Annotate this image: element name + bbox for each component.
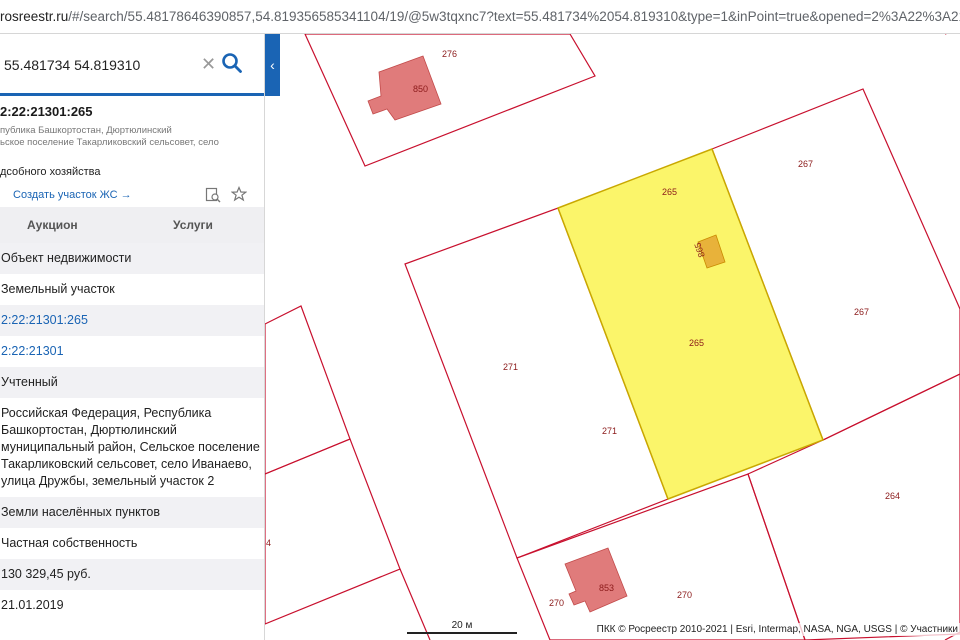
parcel-label: 267 (854, 307, 869, 317)
tab-services[interactable]: Услуги (173, 218, 213, 232)
parcel-label: 264 (885, 491, 900, 501)
chevron-left-icon: ‹ (270, 57, 275, 73)
building-850 (367, 55, 442, 121)
search-icon[interactable] (221, 52, 243, 74)
parcel-left-1 (265, 305, 351, 475)
attribute-row: Российская Федерация, Республика Башкорт… (1, 406, 260, 488)
star-icon[interactable] (231, 186, 247, 202)
address-line-1: публика Башкортостан, Дюртюлинский (0, 125, 172, 136)
parcel-label: 270 (677, 590, 692, 600)
parcel-label: 265 (689, 338, 704, 348)
attribute-row: Частная собственность (1, 536, 138, 550)
attribute-row[interactable]: 2:22:21301 (0, 336, 264, 367)
tab-auction[interactable]: Аукцион (27, 218, 78, 232)
parcel-label: 265 (662, 187, 677, 197)
search-input[interactable]: 55.481734 54.819310 (4, 57, 140, 73)
parcel-265-selected (557, 148, 824, 500)
building-853 (564, 547, 628, 613)
cadastral-map[interactable]: 276 265 265 267 267 271 271 264 270 270 4 850 853 865… (265, 34, 960, 640)
scale-bar: 20 м (407, 620, 517, 634)
attribute-row: Учтенный (0, 367, 264, 398)
search-box[interactable]: 55.481734 54.819310 ✕ (0, 34, 264, 96)
scale-label: 20 м (451, 620, 473, 631)
address-bar[interactable]: rosreestr.ru/#/search/55.48178646390857,… (0, 0, 960, 34)
parcel-label: 271 (503, 362, 518, 372)
map-canvas[interactable]: 2762652652672672712712642702704850853865 (265, 34, 960, 640)
permitted-use: дсобного хозяйства (0, 166, 101, 178)
building-label: 853 (599, 583, 614, 593)
map-search-icon[interactable] (205, 187, 221, 203)
create-parcel-link[interactable]: Создать участок ЖС → (13, 189, 132, 201)
attribute-row: 21.01.2019 (1, 598, 64, 612)
url-text[interactable]: rosreestr.ru/#/search/55.48178646390857,… (0, 9, 960, 24)
building-label: 850 (413, 84, 428, 94)
cadastral-number-title: 2:22:21301:265 (0, 104, 93, 119)
parcel-label: 4 (266, 538, 271, 548)
address-summary: публика Башкортостан, Дюртюлинский ьское… (0, 125, 260, 149)
attribute-list: Объект недвижимости Земельный участок 2:22… (0, 243, 264, 621)
parcel-label: 270 (549, 598, 564, 608)
parcel-label: 267 (798, 159, 813, 169)
url-host: rosreestr.ru (0, 9, 69, 24)
attribute-row: Земли населённых пунктов (0, 497, 264, 528)
attribute-row: 130 329,45 руб. (0, 559, 264, 590)
attribute-row: Объект недвижимости (0, 243, 264, 274)
address-line-2: ьское поселение Такарликовский сельсовет… (0, 137, 219, 148)
url-path: /#/search/55.48178646390857,54.819356585… (68, 9, 960, 24)
parcel-label: 276 (442, 49, 457, 59)
close-icon[interactable]: ✕ (201, 54, 216, 75)
tab-bar: Аукцион Услуги (0, 207, 264, 243)
attribute-row[interactable]: 2:22:21301:265 (0, 305, 264, 336)
parcel-270 (516, 473, 806, 640)
map-attribution: ПКК © Росреестр 2010-2021 | Esri, Interm… (594, 623, 960, 636)
parcel-label: 271 (602, 426, 617, 436)
collapse-panel-button[interactable]: ‹ (265, 34, 280, 96)
parcel-left-2 (265, 438, 401, 625)
info-panel: 55.481734 54.819310 ✕ 2:22:21301:265 пуб… (0, 34, 265, 640)
attribute-row: Земельный участок (1, 282, 115, 296)
